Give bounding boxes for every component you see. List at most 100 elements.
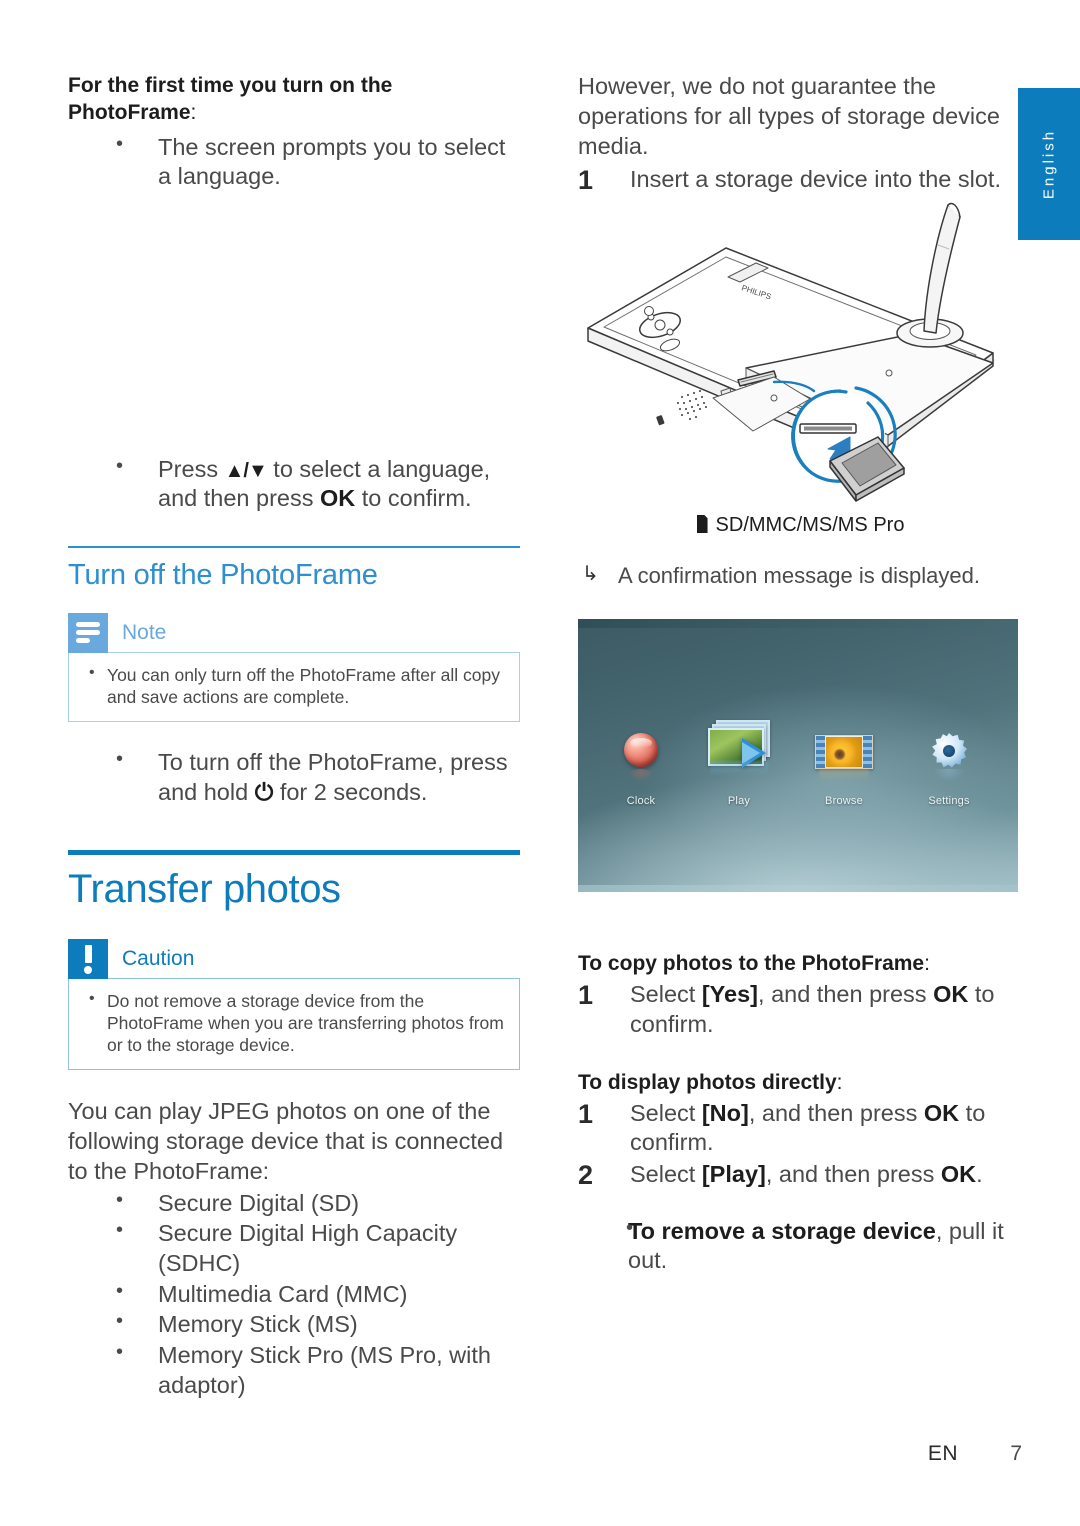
step-number: 2: [578, 1160, 594, 1191]
step-mid: , and then press: [758, 981, 934, 1008]
copy-step-list: 1 Select [Yes], and then press OK to con…: [578, 980, 1020, 1039]
first-bullet-text: The screen prompts you to select a langu…: [158, 133, 506, 190]
section-rule: [68, 546, 520, 549]
turn-off-bullet-suffix: for 2 seconds.: [273, 779, 428, 806]
note-item-text: You can only turn off the PhotoFrame aft…: [107, 665, 501, 708]
copy-heading-colon: :: [924, 952, 930, 975]
left-column: For the first time you turn on the Photo…: [68, 72, 520, 1401]
ok-key-label: OK: [320, 485, 356, 512]
menu-item-label: Clock: [626, 795, 656, 807]
list-item: You can only turn off the PhotoFrame aft…: [83, 663, 505, 708]
remove-device-bullet-list: To remove a storage device, pull it out.: [578, 1216, 1020, 1276]
storage-device-list: Secure Digital (SD) Secure Digital High …: [68, 1188, 520, 1400]
list-item: To remove a storage device, pull it out.: [578, 1216, 1020, 1276]
updown-arrow-icon: ▲/▼: [224, 459, 268, 482]
step-prefix: Select: [630, 981, 702, 1008]
first-time-heading-line1: For the first time you turn on the: [68, 74, 393, 97]
display-heading: To display photos directly:: [578, 1069, 1020, 1096]
jpeg-paragraph: You can play JPEG photos on one of the f…: [68, 1098, 504, 1185]
step-prefix: Select: [630, 1099, 702, 1126]
photoframe-home-menu-screenshot: Clock Play Browse Settings: [578, 619, 1018, 892]
right-column-lower: To copy photos to the PhotoFrame: 1 Sele…: [578, 950, 1020, 1277]
chapter-rule: [68, 849, 520, 855]
first-time-heading-line2: PhotoFrame: [68, 101, 191, 125]
chapter-heading-transfer-photos: Transfer photos: [68, 866, 341, 911]
screenshot-bottom-bar: [578, 885, 1018, 892]
list-item: To turn off the PhotoFrame, press and ho…: [68, 747, 520, 807]
copy-heading: To copy photos to the PhotoFrame:: [578, 950, 1020, 977]
list-item: Press ▲/▼ to select a language, and then…: [68, 454, 520, 514]
note-callout-header: Note: [68, 613, 520, 654]
list-item: Do not remove a storage device from the …: [83, 989, 505, 1057]
storage-device-2: Multimedia Card (MMC): [158, 1280, 408, 1307]
language-select-bullet-list: Press ▲/▼ to select a language, and then…: [68, 454, 520, 514]
gear-icon: [894, 723, 1004, 789]
manual-page: English For the first time you turn on t…: [0, 0, 1080, 1526]
menu-option-label: [Yes]: [701, 981, 759, 1008]
list-item: The screen prompts you to select a langu…: [68, 132, 520, 192]
step-number: 1: [578, 980, 594, 1011]
storage-device-1: Secure Digital High Capacity (SDHC): [158, 1220, 458, 1277]
menu-option-label: [Play]: [701, 1161, 766, 1188]
right-column: However, we do not guarantee the operati…: [578, 72, 1020, 196]
result-arrow-icon: ↳: [582, 563, 599, 585]
menu-option-label: [No]: [701, 1099, 749, 1126]
browse-filmstrip-icon: [789, 723, 899, 789]
step-suffix: .: [976, 1161, 983, 1188]
page-footer: EN 7: [0, 1442, 1080, 1466]
list-item: Memory Stick Pro (MS Pro, with adaptor): [68, 1340, 520, 1400]
confirmation-text: A confirmation message is displayed.: [618, 563, 980, 588]
list-item: Memory Stick (MS): [68, 1309, 520, 1340]
list-item: Multimedia Card (MMC): [68, 1279, 520, 1310]
list-item: 1 Select [Yes], and then press OK to con…: [578, 980, 1020, 1039]
first-time-bullet-list: The screen prompts you to select a langu…: [68, 132, 520, 192]
exclamation-icon: [68, 938, 108, 979]
caution-callout-title: Caution: [122, 946, 195, 970]
copy-heading-text: To copy photos to the PhotoFrame: [578, 952, 925, 975]
screenshot-top-bar: [578, 619, 1018, 628]
menu-item-label: Play: [727, 795, 751, 807]
slot-caption: SD/MMC/MS/MS Pro: [578, 514, 1023, 537]
ok-key-label: OK: [933, 981, 969, 1008]
display-heading-colon: :: [836, 1070, 843, 1094]
first-time-heading-colon: :: [190, 101, 197, 125]
list-item: 2 Select [Play], and then press OK.: [578, 1160, 1020, 1190]
display-step-list: 1 Select [No], and then press OK to conf…: [578, 1099, 1020, 1190]
note-lines-icon: [68, 613, 108, 654]
photoframe-back-sd-insert-illustration: PHILIPS: [578, 185, 1023, 515]
power-symbol-icon: ⏻: [254, 779, 274, 806]
step-mid: , and then press: [765, 1161, 941, 1188]
list-item: 1 Select [No], and then press OK to conf…: [578, 1099, 1020, 1158]
list-item: Secure Digital High Capacity (SDHC): [68, 1218, 520, 1278]
illustration-gap-spacer: [68, 193, 520, 455]
ok-key-label: OK: [940, 1161, 977, 1188]
note-callout: Note You can only turn off the PhotoFram…: [68, 613, 520, 723]
language-bullet-prefix: Press: [158, 455, 225, 482]
first-time-heading: For the first time you turn on the Photo…: [68, 72, 520, 127]
language-tab-label: English: [1040, 128, 1058, 200]
menu-item-label: Settings: [928, 795, 970, 807]
note-callout-title: Note: [122, 621, 167, 645]
caution-callout: Caution Do not remove a storage device f…: [68, 938, 520, 1071]
step-number: 1: [578, 1098, 594, 1129]
ok-key-label: OK: [923, 1099, 960, 1126]
storage-device-0: Secure Digital (SD): [158, 1189, 360, 1216]
play-photos-icon: [684, 713, 794, 779]
intro-paragraph: However, we do not guarantee the operati…: [578, 73, 1000, 159]
slot-caption-text: SD/MMC/MS/MS Pro: [715, 514, 905, 536]
language-bullet-suffix: to confirm.: [355, 485, 472, 512]
remove-bullet-bold: To remove a storage device: [628, 1217, 936, 1244]
confirmation-result-line: ↳ A confirmation message is displayed.: [578, 562, 1020, 590]
step-mid: , and then press: [748, 1099, 924, 1126]
caution-callout-header: Caution: [68, 938, 520, 979]
caution-item-text: Do not remove a storage device from the …: [107, 990, 504, 1056]
footer-page-number: 7: [1010, 1442, 1022, 1465]
sd-card-chip-icon: [696, 515, 708, 533]
language-tab-english: English: [1018, 88, 1080, 240]
storage-device-4: Memory Stick Pro (MS Pro, with adaptor): [158, 1341, 491, 1398]
turn-off-bullet-list: To turn off the PhotoFrame, press and ho…: [68, 747, 520, 807]
note-callout-body: You can only turn off the PhotoFrame aft…: [68, 652, 520, 723]
section-heading-turn-off: Turn off the PhotoFrame: [68, 559, 378, 592]
